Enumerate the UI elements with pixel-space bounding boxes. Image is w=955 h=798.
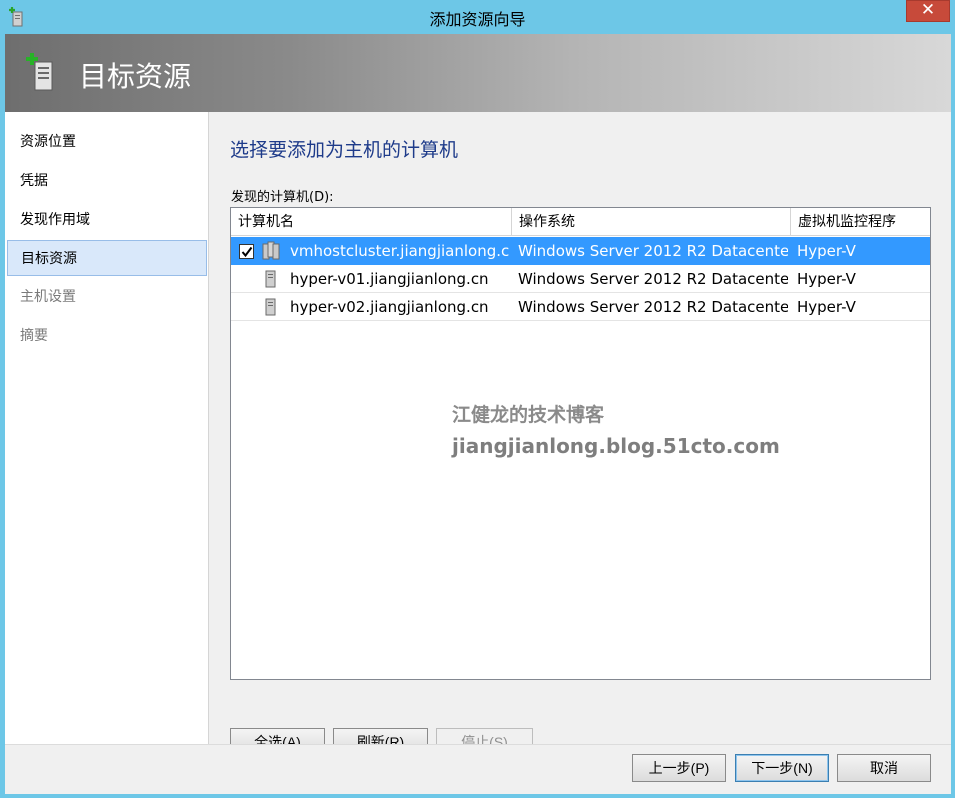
wizard-sidebar: 资源位置 凭据 发现作用域 目标资源 主机设置 摘要 bbox=[5, 112, 209, 744]
next-button[interactable]: 下一步(N) bbox=[735, 754, 829, 782]
column-header-os[interactable]: 操作系统 bbox=[512, 208, 791, 236]
wizard-header: 目标资源 bbox=[5, 34, 951, 112]
column-header-hypervisor[interactable]: 虚拟机监控程序 bbox=[791, 208, 930, 236]
discovered-computers-label: 发现的计算机(D): bbox=[231, 190, 334, 205]
window-title: 添加资源向导 bbox=[429, 10, 526, 29]
sidebar-item-discovery-scope[interactable]: 发现作用域 bbox=[7, 202, 207, 238]
os-cell: Windows Server 2012 R2 Datacente... bbox=[518, 242, 788, 260]
table-row[interactable]: hyper-v01.jiangjianlong.cn Windows Serve… bbox=[231, 265, 930, 293]
grid-header: 计算机名 操作系统 虚拟机监控程序 bbox=[231, 208, 930, 236]
os-cell: Windows Server 2012 R2 Datacente... bbox=[518, 270, 788, 288]
close-button[interactable]: ✕ bbox=[906, 0, 950, 22]
column-header-computer-name[interactable]: 计算机名 bbox=[231, 208, 512, 236]
watermark-url: jiangjianlong.blog.51cto.com bbox=[452, 434, 780, 458]
sidebar-item-summary: 摘要 bbox=[20, 328, 48, 344]
table-row[interactable]: vmhostcluster.jiangjianlong.cn Windows S… bbox=[231, 237, 930, 265]
sidebar-item-resource-location[interactable]: 资源位置 bbox=[7, 124, 207, 160]
watermark-title: 江健龙的技术博客 bbox=[452, 404, 605, 426]
previous-button[interactable]: 上一步(P) bbox=[632, 754, 726, 782]
hypervisor-cell: Hyper-V bbox=[797, 270, 856, 288]
wizard-main: 选择要添加为主机的计算机 发现的计算机(D): 计算机名 操作系统 虚拟机监控程… bbox=[210, 112, 951, 756]
close-icon: ✕ bbox=[920, 0, 936, 20]
sidebar-item-credentials[interactable]: 凭据 bbox=[7, 163, 207, 199]
wizard-window: 添加资源向导 ✕ 目标资源 资源位置 凭据 发现作用域 目标资源 主机设置 摘要… bbox=[0, 0, 955, 798]
hypervisor-cell: Hyper-V bbox=[797, 242, 856, 260]
cluster-icon bbox=[261, 241, 281, 261]
os-cell: Windows Server 2012 R2 Datacente... bbox=[518, 298, 788, 316]
sidebar-item-host-settings: 主机设置 bbox=[20, 289, 76, 305]
server-add-icon bbox=[25, 52, 59, 92]
title-bar[interactable]: 添加资源向导 ✕ bbox=[0, 0, 955, 34]
server-icon bbox=[261, 269, 281, 289]
server-icon bbox=[261, 297, 281, 317]
hypervisor-cell: Hyper-V bbox=[797, 298, 856, 316]
wizard-footer: 上一步(P) 下一步(N) 取消 bbox=[5, 744, 951, 794]
computer-name-cell: hyper-v01.jiangjianlong.cn bbox=[290, 270, 489, 288]
computer-name-cell: vmhostcluster.jiangjianlong.cn bbox=[290, 242, 510, 260]
cancel-button[interactable]: 取消 bbox=[837, 754, 931, 782]
checkmark-icon bbox=[241, 246, 253, 258]
section-heading: 选择要添加为主机的计算机 bbox=[230, 139, 459, 161]
table-row[interactable]: hyper-v02.jiangjianlong.cn Windows Serve… bbox=[231, 293, 930, 321]
computer-name-cell: hyper-v02.jiangjianlong.cn bbox=[290, 298, 489, 316]
row-checkbox[interactable] bbox=[239, 244, 254, 259]
sidebar-item-target-resources[interactable]: 目标资源 bbox=[7, 240, 207, 276]
page-title: 目标资源 bbox=[79, 60, 192, 93]
